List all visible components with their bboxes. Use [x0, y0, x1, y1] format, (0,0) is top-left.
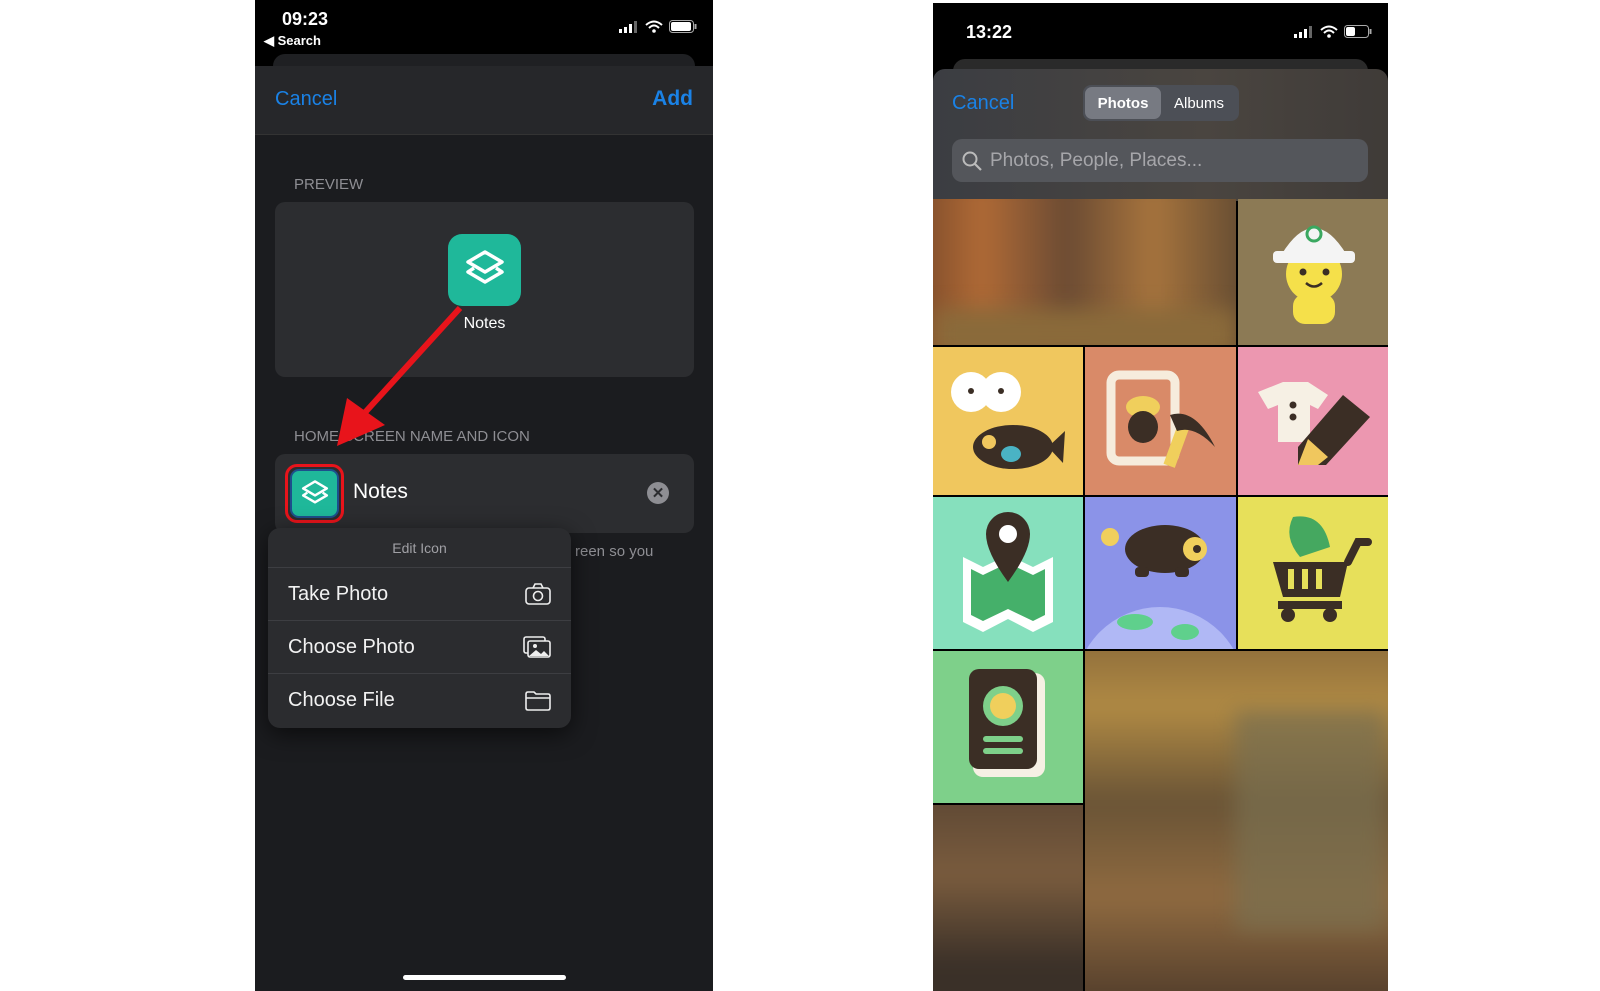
search-field[interactable]: Photos, People, Places... — [952, 139, 1368, 182]
photo-tile-blurred[interactable] — [1085, 651, 1388, 991]
cancel-button[interactable]: Cancel — [952, 92, 1014, 115]
bug-fish-icon — [951, 372, 1065, 469]
home-indicator[interactable] — [403, 975, 566, 980]
tab-albums[interactable]: Albums — [1161, 87, 1237, 119]
status-icons — [1294, 25, 1372, 38]
red-arrow-annotation — [337, 305, 463, 446]
battery-icon — [1344, 25, 1372, 38]
acorn-diy-icon — [1106, 370, 1215, 468]
construction-worker-icon — [1273, 225, 1355, 324]
photo-tile-blurred[interactable] — [933, 805, 1083, 991]
status-time: 13:22 — [966, 22, 1013, 42]
passport-icon — [969, 669, 1045, 777]
left-phone-screen: 09:23 ◀ Search Cancel Add PREVIEW Notes … — [255, 0, 713, 991]
search-icon — [962, 151, 982, 171]
photo-tile-critters[interactable] — [933, 347, 1083, 495]
photos-albums-segmented-control: Photos Albums — [1083, 85, 1239, 121]
photo-tile-customize[interactable] — [1238, 347, 1388, 495]
photo-tile-passport[interactable] — [933, 651, 1083, 803]
photo-tile-shop[interactable] — [1238, 497, 1388, 649]
right-phone-screen: 13:22 Cancel Photos Albums Photos, Peopl… — [933, 3, 1388, 991]
photo-picker-header: Cancel Photos Albums Photos, People, Pla… — [933, 69, 1388, 201]
photo-tile-bear[interactable] — [1085, 497, 1236, 649]
photo-tile-diy[interactable] — [1085, 347, 1236, 495]
map-pin-icon — [963, 512, 1053, 632]
signal-icon — [1294, 25, 1312, 38]
shirt-pencil-icon — [1258, 382, 1370, 465]
photo-tile-worker[interactable] — [1238, 199, 1388, 345]
tab-photos[interactable]: Photos — [1085, 87, 1161, 119]
bear-globe-icon — [1086, 525, 1234, 649]
search-placeholder: Photos, People, Places... — [990, 149, 1203, 171]
photo-tile-map[interactable] — [933, 497, 1083, 649]
shopping-cart-leaf-icon — [1273, 516, 1372, 622]
wifi-icon — [1320, 25, 1338, 38]
photo-tile-blurred[interactable] — [933, 199, 1236, 345]
